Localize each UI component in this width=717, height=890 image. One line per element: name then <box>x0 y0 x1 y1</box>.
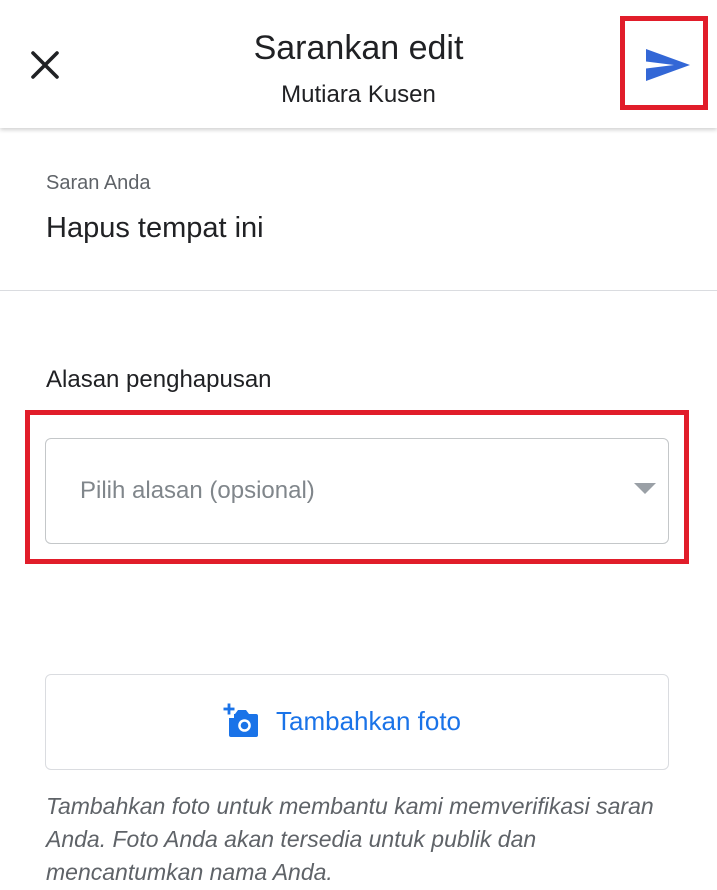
dropdown-arrow-icon <box>634 483 656 494</box>
suggestion-label: Saran Anda <box>46 172 151 194</box>
add-photo-button[interactable]: Tambahkan foto <box>45 674 669 770</box>
send-icon <box>646 49 690 81</box>
reason-label: Alasan penghapusan <box>46 366 272 393</box>
add-a-photo-icon <box>223 703 258 737</box>
add-photo-label: Tambahkan foto <box>276 706 462 736</box>
page-title: Sarankan edit <box>253 29 464 67</box>
suggestion-value: Hapus tempat ini <box>46 212 264 244</box>
app-bar: Sarankan edit Mutiara Kusen <box>0 0 717 128</box>
reason-select-placeholder: Pilih alasan (opsional) <box>80 477 315 504</box>
send-button[interactable] <box>620 16 708 110</box>
place-name: Mutiara Kusen <box>281 81 436 108</box>
reason-select[interactable]: Pilih alasan (opsional) <box>45 438 669 544</box>
divider <box>0 290 717 291</box>
photo-helper-text: Tambahkan foto untuk membantu kami memve… <box>46 793 654 885</box>
